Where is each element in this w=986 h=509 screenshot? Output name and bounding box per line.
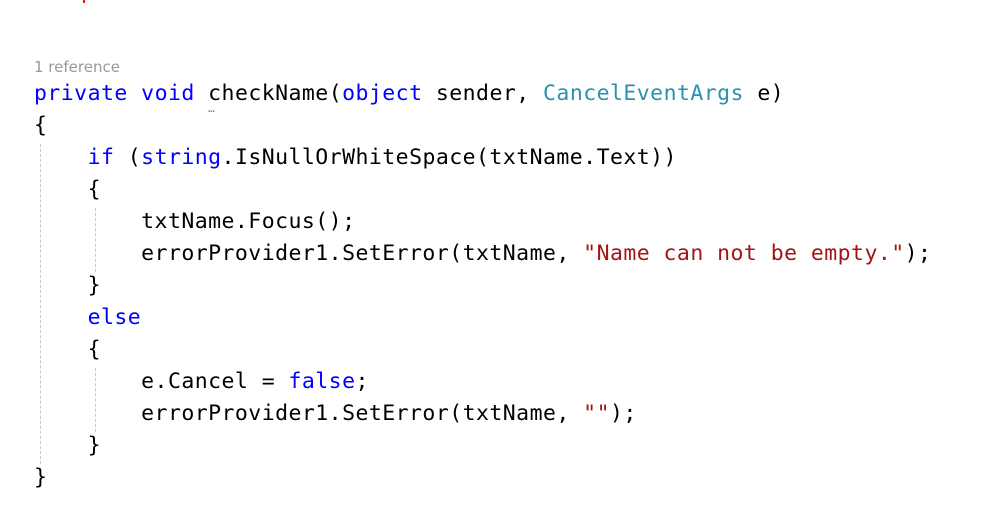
indent-guide-line [95,208,96,272]
indent-guide-line [40,144,41,464]
code-token: txtName.Focus(); [34,209,356,234]
error-marker [83,0,85,3]
code-line: } [34,463,47,493]
code-line: { [34,175,101,205]
code-line: } [34,431,101,461]
code-line: errorProvider1.SetError(txtName, ""); [34,399,637,429]
code-token: e) [743,81,785,106]
code-token: e.Cancel = [34,369,289,394]
code-token: } [34,273,101,298]
code-token: } [34,465,48,490]
code-line: txtName.Focus(); [34,207,355,237]
code-token: ); [609,401,637,426]
type-token: CancelEventArgs [543,81,744,106]
keyword-token: string [141,145,222,170]
code-line: e.Cancel = false; [34,367,369,397]
code-token: errorProvider1.SetError(txtName, [34,241,584,266]
code-line: if (string.IsNullOrWhiteSpace(txtName.Te… [34,143,677,173]
string-token: "" [583,401,610,426]
method-name-token: checkName… [208,81,329,115]
string-token: "Name can not be empty." [583,241,905,266]
code-line: } [34,271,101,301]
indent-guide-line [95,368,96,432]
code-line: { [34,111,47,141]
keyword-token: void [141,81,195,106]
code-line: errorProvider1.SetError(txtName, "Name c… [34,239,931,269]
code-line: private void checkName… (object sender, C… [34,79,785,115]
code-line: else [34,303,141,333]
code-token: .IsNullOrWhiteSpace(txtName.Text)) [221,145,677,170]
code-editor[interactable]: 1 reference private void checkName… (obje… [0,0,986,509]
keyword-token: false [288,369,356,394]
code-token: ( [328,81,343,106]
code-token: sender, [422,81,544,106]
keyword-token: object [342,81,423,106]
keyword-token: else [87,305,142,330]
code-token: ( [114,145,142,170]
keyword-token: if [87,145,115,170]
code-token: errorProvider1.SetError(txtName, [34,401,584,426]
code-token: ); [904,241,932,266]
code-line: { [34,335,101,365]
suggestion-dots-icon[interactable]: … [208,103,216,114]
code-token: } [34,433,101,458]
keyword-token: private [34,81,128,106]
code-token: { [34,337,101,362]
codelens-references-link[interactable]: 1 reference [34,58,120,76]
code-token: ; [355,369,369,394]
code-token: { [34,177,101,202]
code-token: { [34,113,48,138]
